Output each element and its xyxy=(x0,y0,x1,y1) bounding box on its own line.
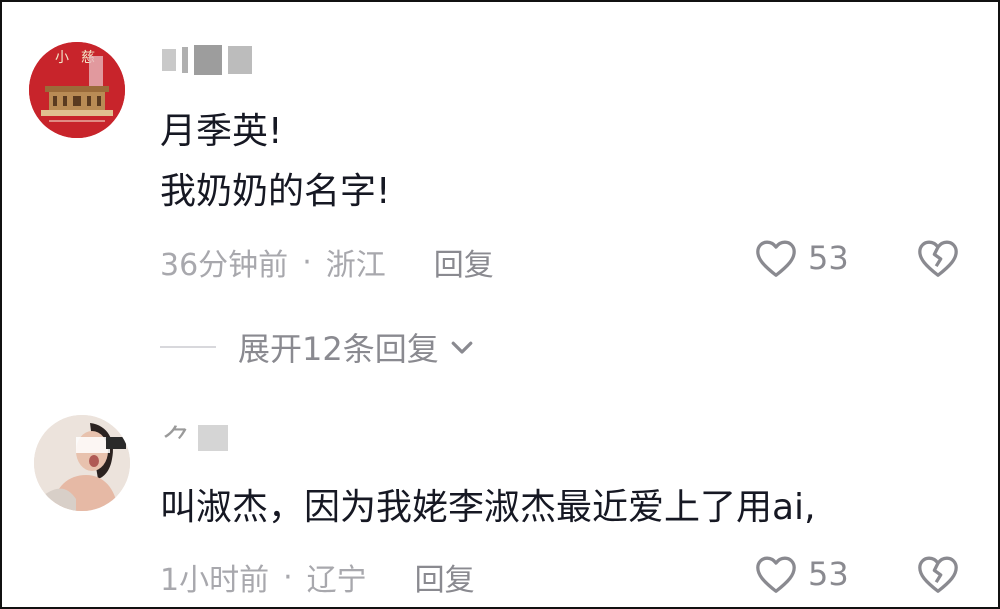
comment-meta: 1小时前 · 辽宁 回复 xyxy=(160,555,475,599)
dislike-button[interactable] xyxy=(916,554,960,598)
reply-button[interactable]: 回复 xyxy=(415,555,475,599)
heart-icon xyxy=(756,240,796,277)
comment-line: 月季英! xyxy=(160,111,283,152)
comment-line: 我奶奶的名字! xyxy=(160,171,391,212)
timestamp: 36分钟前 xyxy=(160,248,289,283)
comment-list: 小 慈 月季英! 我奶奶的名字! 36分钟前 · 浙江 回复 53 展开12条回… xyxy=(0,0,1000,609)
comment-text: 叫淑杰，因为我姥李淑杰最近爱上了用ai, xyxy=(160,486,816,530)
expand-replies-button[interactable]: 展开12条回复 xyxy=(160,324,477,370)
comment-text: 月季英! 我奶奶的名字! xyxy=(160,110,390,214)
heart-icon xyxy=(756,556,796,593)
username-blurred[interactable] xyxy=(162,42,258,78)
separator: · xyxy=(283,559,293,595)
broken-heart-icon xyxy=(918,240,958,277)
dislike-button[interactable] xyxy=(916,238,960,282)
svg-text:小: 小 xyxy=(55,50,69,66)
like-button[interactable]: 53 xyxy=(754,554,849,594)
username-blurred[interactable]: ⺈ xyxy=(162,420,234,459)
like-count: 53 xyxy=(808,555,849,593)
broken-heart-icon xyxy=(918,556,958,593)
location: 辽宁 xyxy=(306,563,367,598)
like-button[interactable]: 53 xyxy=(754,238,849,278)
divider-line xyxy=(160,346,216,348)
avatar[interactable] xyxy=(34,415,130,511)
expand-replies-label: 展开12条回复 xyxy=(238,330,439,368)
location: 浙江 xyxy=(325,248,386,283)
avatar[interactable]: 小 慈 xyxy=(29,42,125,138)
username-fragment-icon: ⺈ xyxy=(162,424,192,459)
like-count: 53 xyxy=(808,239,849,277)
person-avatar-icon xyxy=(34,415,130,511)
comment-meta: 36分钟前 · 浙江 回复 xyxy=(160,240,494,284)
timestamp: 1小时前 xyxy=(160,563,270,598)
separator: · xyxy=(302,244,312,280)
comment-line: 叫淑杰，因为我姥李淑杰最近爱上了用ai, xyxy=(160,487,816,528)
reply-button[interactable]: 回复 xyxy=(434,240,494,284)
tiananmen-avatar-icon: 小 慈 xyxy=(29,42,125,138)
chevron-down-icon xyxy=(451,341,473,354)
